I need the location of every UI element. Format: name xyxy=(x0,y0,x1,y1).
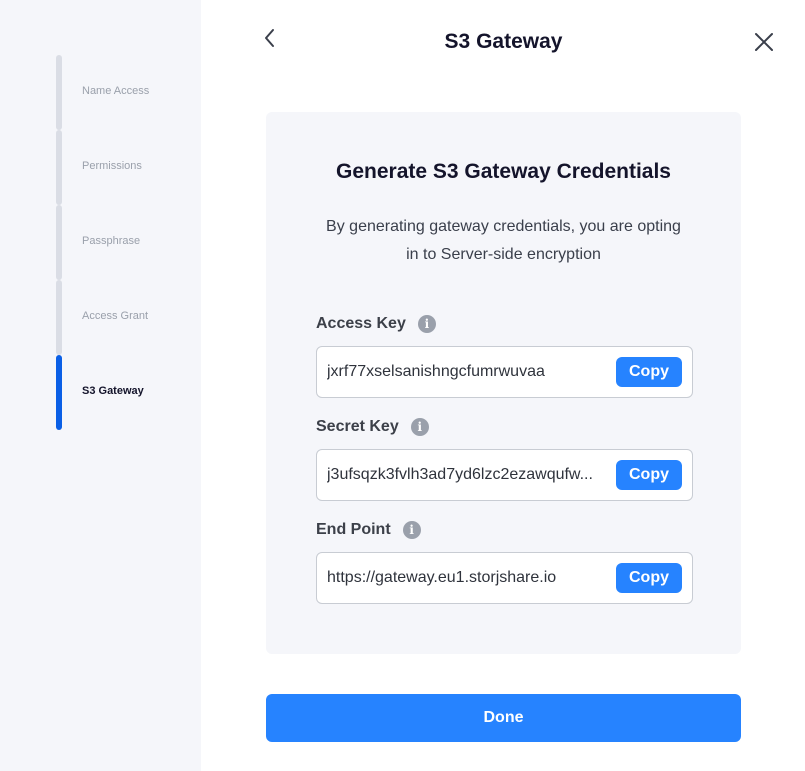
step-label: Access Grant xyxy=(82,310,149,322)
access-key-label-row: Access Key i xyxy=(316,315,436,333)
step-bar xyxy=(56,280,62,355)
secret-key-field[interactable]: j3ufsqzk3fvlh3ad7yd6lzc2ezawqufw... Copy xyxy=(316,449,693,501)
step-name-access[interactable]: Name Access xyxy=(56,55,196,130)
field-label: Access Key xyxy=(316,315,406,332)
end-point-value[interactable]: https://gateway.eu1.storjshare.io xyxy=(327,553,607,603)
done-button[interactable]: Done xyxy=(266,694,741,742)
step-bar xyxy=(56,55,62,130)
step-permissions[interactable]: Permissions xyxy=(56,130,196,205)
end-point-field[interactable]: https://gateway.eu1.storjshare.io Copy xyxy=(316,552,693,604)
step-bar xyxy=(56,130,62,205)
copy-secret-key-button[interactable]: Copy xyxy=(616,460,682,490)
step-label: Permissions xyxy=(82,160,142,172)
close-icon xyxy=(755,33,773,51)
field-label: Secret Key xyxy=(316,418,399,435)
credentials-card: Generate S3 Gateway Credentials By gener… xyxy=(266,112,741,654)
secret-key-label-row: Secret Key i xyxy=(316,418,429,436)
step-label: S3 Gateway xyxy=(82,385,144,397)
step-label: Passphrase xyxy=(82,235,141,247)
close-button[interactable] xyxy=(752,30,776,54)
end-point-label-row: End Point i xyxy=(316,521,421,539)
step-s3-gateway[interactable]: S3 Gateway xyxy=(56,355,196,430)
copy-end-point-button[interactable]: Copy xyxy=(616,563,682,593)
step-label: Name Access xyxy=(82,85,150,97)
card-title: Generate S3 Gateway Credentials xyxy=(336,160,671,183)
step-bar-active xyxy=(56,355,62,430)
info-icon[interactable]: i xyxy=(417,315,436,333)
access-key-value[interactable]: jxrf77xselsanishngcfumrwuvaa xyxy=(327,347,607,397)
info-icon[interactable]: i xyxy=(402,521,421,539)
page-title: S3 Gateway xyxy=(444,30,563,53)
copy-access-key-button[interactable]: Copy xyxy=(616,357,682,387)
step-passphrase[interactable]: Passphrase xyxy=(56,205,196,280)
sidebar: Name Access Permissions Passphrase Acces… xyxy=(0,0,201,771)
step-access-grant[interactable]: Access Grant xyxy=(56,280,196,355)
field-label: End Point xyxy=(316,521,391,538)
step-bar xyxy=(56,205,62,280)
secret-key-value[interactable]: j3ufsqzk3fvlh3ad7yd6lzc2ezawqufw... xyxy=(327,450,607,500)
card-description: By generating gateway credentials, you a… xyxy=(326,218,681,263)
info-icon[interactable]: i xyxy=(410,418,429,436)
access-key-field[interactable]: jxrf77xselsanishngcfumrwuvaa Copy xyxy=(316,346,693,398)
